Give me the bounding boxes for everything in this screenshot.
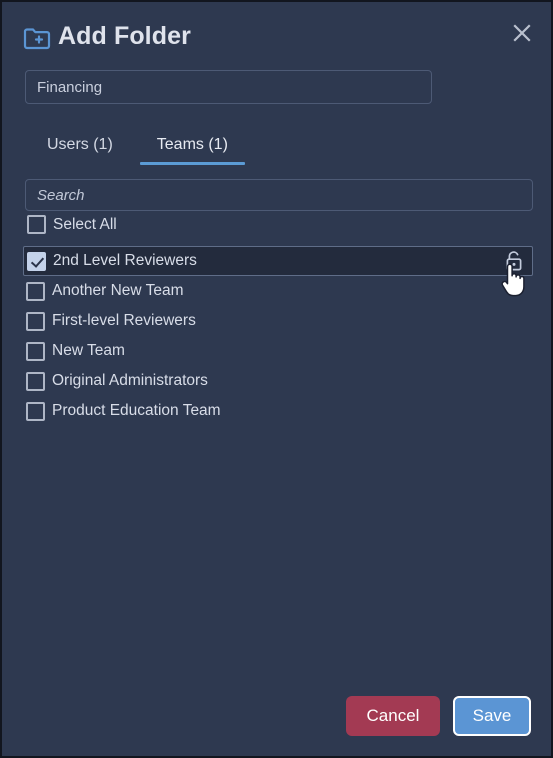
team-label: 2nd Level Reviewers [53,252,197,269]
team-row-original-administrators[interactable]: Original Administrators [23,366,533,396]
team-label: Another New Team [52,282,184,299]
team-row-new-team[interactable]: New Team [23,336,533,366]
team-row-first-level-reviewers[interactable]: First-level Reviewers [23,306,533,336]
folder-name-input[interactable] [25,70,432,104]
select-all-checkbox[interactable] [27,215,46,234]
team-label: New Team [52,342,125,359]
search-input[interactable] [25,179,533,211]
team-checkbox[interactable] [26,281,45,301]
cancel-button[interactable]: Cancel [346,696,440,736]
team-label: Product Education Team [52,402,221,419]
dialog-header: Add Folder [2,2,551,64]
select-all-row[interactable]: Select All [27,215,117,234]
team-row-2nd-level-reviewers[interactable]: 2nd Level Reviewers [23,246,533,276]
unlock-icon[interactable] [504,250,524,272]
tab-teams[interactable]: Teams (1) [135,132,250,165]
team-label: Original Administrators [52,372,208,389]
team-checkbox[interactable] [26,311,45,331]
add-folder-dialog: Add Folder Users (1) Teams (1) Select Al… [0,0,553,758]
team-checkbox[interactable] [27,251,46,271]
folder-plus-icon [23,26,51,50]
team-list: 2nd Level Reviewers Another New Team Fir… [23,246,533,426]
select-all-label: Select All [53,215,117,233]
tab-users[interactable]: Users (1) [25,132,135,165]
save-button[interactable]: Save [453,696,531,736]
page-title: Add Folder [58,22,191,50]
team-checkbox[interactable] [26,401,45,421]
team-checkbox[interactable] [26,341,45,361]
team-label: First-level Reviewers [52,312,196,329]
team-checkbox[interactable] [26,371,45,391]
team-row-product-education-team[interactable]: Product Education Team [23,396,533,426]
team-row-another-new-team[interactable]: Another New Team [23,276,533,306]
close-icon[interactable] [507,18,537,48]
tab-bar: Users (1) Teams (1) [25,132,250,165]
